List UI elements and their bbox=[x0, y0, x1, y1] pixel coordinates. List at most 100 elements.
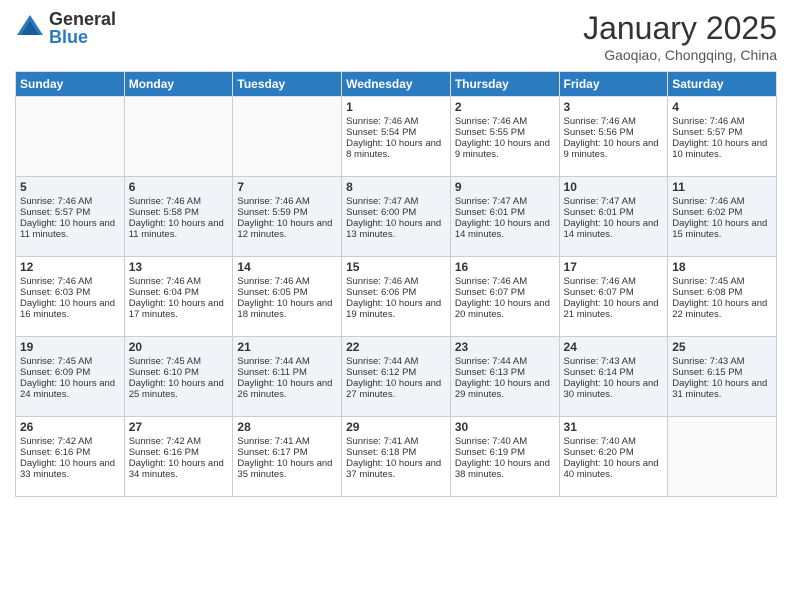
sunset-text: Sunset: 6:01 PM bbox=[564, 207, 664, 218]
sunset-text: Sunset: 6:19 PM bbox=[455, 447, 555, 458]
day-number: 11 bbox=[672, 180, 772, 194]
daylight-text: Daylight: 10 hours and 20 minutes. bbox=[455, 298, 555, 320]
sunrise-text: Sunrise: 7:43 AM bbox=[672, 356, 772, 367]
sunset-text: Sunset: 6:06 PM bbox=[346, 287, 446, 298]
daylight-text: Daylight: 10 hours and 11 minutes. bbox=[20, 218, 120, 240]
sunset-text: Sunset: 6:05 PM bbox=[237, 287, 337, 298]
calendar-cell: 15Sunrise: 7:46 AMSunset: 6:06 PMDayligh… bbox=[342, 257, 451, 337]
calendar-cell: 27Sunrise: 7:42 AMSunset: 6:16 PMDayligh… bbox=[124, 417, 233, 497]
header-sunday: Sunday bbox=[16, 72, 125, 97]
daylight-text: Daylight: 10 hours and 17 minutes. bbox=[129, 298, 229, 320]
calendar-cell: 3Sunrise: 7:46 AMSunset: 5:56 PMDaylight… bbox=[559, 97, 668, 177]
page: General Blue January 2025 Gaoqiao, Chong… bbox=[0, 0, 792, 612]
sunrise-text: Sunrise: 7:46 AM bbox=[455, 276, 555, 287]
calendar-cell: 6Sunrise: 7:46 AMSunset: 5:58 PMDaylight… bbox=[124, 177, 233, 257]
sunset-text: Sunset: 6:09 PM bbox=[20, 367, 120, 378]
sunrise-text: Sunrise: 7:42 AM bbox=[20, 436, 120, 447]
sunrise-text: Sunrise: 7:46 AM bbox=[346, 276, 446, 287]
sunset-text: Sunset: 6:20 PM bbox=[564, 447, 664, 458]
sunset-text: Sunset: 6:12 PM bbox=[346, 367, 446, 378]
sunset-text: Sunset: 6:15 PM bbox=[672, 367, 772, 378]
calendar-cell: 24Sunrise: 7:43 AMSunset: 6:14 PMDayligh… bbox=[559, 337, 668, 417]
sunrise-text: Sunrise: 7:40 AM bbox=[564, 436, 664, 447]
daylight-text: Daylight: 10 hours and 11 minutes. bbox=[129, 218, 229, 240]
day-number: 2 bbox=[455, 100, 555, 114]
sunset-text: Sunset: 6:08 PM bbox=[672, 287, 772, 298]
sunrise-text: Sunrise: 7:41 AM bbox=[346, 436, 446, 447]
sunrise-text: Sunrise: 7:41 AM bbox=[237, 436, 337, 447]
calendar-cell: 4 Sunrise: 7:46 AMSunset: 5:57 PMDaylight… bbox=[668, 97, 777, 177]
calendar-cell: 9Sunrise: 7:47 AMSunset: 6:01 PMDaylight… bbox=[450, 177, 559, 257]
sunset-text: Sunset: 5:57 PM bbox=[672, 127, 772, 138]
sunrise-text: Sunrise: 7:44 AM bbox=[455, 356, 555, 367]
sunset-text: Sunset: 6:04 PM bbox=[129, 287, 229, 298]
calendar-cell: 11Sunrise: 7:46 AMSunset: 6:02 PMDayligh… bbox=[668, 177, 777, 257]
header-monday: Monday bbox=[124, 72, 233, 97]
day-number: 1 bbox=[346, 100, 446, 114]
title-block: January 2025 Gaoqiao, Chongqing, China bbox=[583, 10, 777, 63]
sunrise-text: Sunrise: 7:47 AM bbox=[346, 196, 446, 207]
sunrise-text: Sunrise: 7:42 AM bbox=[129, 436, 229, 447]
daylight-text: Daylight: 10 hours and 9 minutes. bbox=[455, 138, 555, 160]
sunrise-text: Sunrise: 7:46 AM bbox=[672, 116, 772, 127]
calendar-cell: 13Sunrise: 7:46 AMSunset: 6:04 PMDayligh… bbox=[124, 257, 233, 337]
sunrise-text: Sunrise: 7:47 AM bbox=[455, 196, 555, 207]
daylight-text: Daylight: 10 hours and 29 minutes. bbox=[455, 378, 555, 400]
daylight-text: Daylight: 10 hours and 14 minutes. bbox=[564, 218, 664, 240]
daylight-text: Daylight: 10 hours and 8 minutes. bbox=[346, 138, 446, 160]
logo-blue: Blue bbox=[49, 28, 116, 46]
calendar-cell: 21Sunrise: 7:44 AMSunset: 6:11 PMDayligh… bbox=[233, 337, 342, 417]
sunset-text: Sunset: 5:58 PM bbox=[129, 207, 229, 218]
calendar-cell: 28Sunrise: 7:41 AMSunset: 6:17 PMDayligh… bbox=[233, 417, 342, 497]
sunset-text: Sunset: 5:59 PM bbox=[237, 207, 337, 218]
sunset-text: Sunset: 5:57 PM bbox=[20, 207, 120, 218]
daylight-text: Daylight: 10 hours and 38 minutes. bbox=[455, 458, 555, 480]
daylight-text: Daylight: 10 hours and 37 minutes. bbox=[346, 458, 446, 480]
calendar-cell: 31Sunrise: 7:40 AMSunset: 6:20 PMDayligh… bbox=[559, 417, 668, 497]
day-number: 19 bbox=[20, 340, 120, 354]
sunrise-text: Sunrise: 7:45 AM bbox=[129, 356, 229, 367]
calendar-cell: 23Sunrise: 7:44 AMSunset: 6:13 PMDayligh… bbox=[450, 337, 559, 417]
day-number: 4 bbox=[672, 100, 772, 114]
location-subtitle: Gaoqiao, Chongqing, China bbox=[583, 47, 777, 63]
sunrise-text: Sunrise: 7:46 AM bbox=[455, 116, 555, 127]
calendar-cell: 26Sunrise: 7:42 AMSunset: 6:16 PMDayligh… bbox=[16, 417, 125, 497]
daylight-text: Daylight: 10 hours and 15 minutes. bbox=[672, 218, 772, 240]
day-number: 29 bbox=[346, 420, 446, 434]
calendar-cell: 10Sunrise: 7:47 AMSunset: 6:01 PMDayligh… bbox=[559, 177, 668, 257]
calendar-cell: 5Sunrise: 7:46 AMSunset: 5:57 PMDaylight… bbox=[16, 177, 125, 257]
calendar-cell: 8Sunrise: 7:47 AMSunset: 6:00 PMDaylight… bbox=[342, 177, 451, 257]
sunrise-text: Sunrise: 7:46 AM bbox=[237, 276, 337, 287]
calendar-cell: 20Sunrise: 7:45 AMSunset: 6:10 PMDayligh… bbox=[124, 337, 233, 417]
day-number: 31 bbox=[564, 420, 664, 434]
daylight-text: Daylight: 10 hours and 18 minutes. bbox=[237, 298, 337, 320]
calendar-cell bbox=[668, 417, 777, 497]
calendar-cell: 7Sunrise: 7:46 AMSunset: 5:59 PMDaylight… bbox=[233, 177, 342, 257]
sunset-text: Sunset: 6:10 PM bbox=[129, 367, 229, 378]
day-number: 22 bbox=[346, 340, 446, 354]
sunrise-text: Sunrise: 7:46 AM bbox=[20, 276, 120, 287]
daylight-text: Daylight: 10 hours and 26 minutes. bbox=[237, 378, 337, 400]
sunrise-text: Sunrise: 7:45 AM bbox=[20, 356, 120, 367]
sunrise-text: Sunrise: 7:45 AM bbox=[672, 276, 772, 287]
logo-text: General Blue bbox=[49, 10, 116, 46]
daylight-text: Daylight: 10 hours and 25 minutes. bbox=[129, 378, 229, 400]
daylight-text: Daylight: 10 hours and 30 minutes. bbox=[564, 378, 664, 400]
header-thursday: Thursday bbox=[450, 72, 559, 97]
daylight-text: Daylight: 10 hours and 10 minutes. bbox=[672, 138, 772, 160]
calendar-cell: 19Sunrise: 7:45 AMSunset: 6:09 PMDayligh… bbox=[16, 337, 125, 417]
sunset-text: Sunset: 5:56 PM bbox=[564, 127, 664, 138]
calendar-cell bbox=[16, 97, 125, 177]
calendar-week-row-0: 1Sunrise: 7:46 AMSunset: 5:54 PMDaylight… bbox=[16, 97, 777, 177]
calendar-cell: 17Sunrise: 7:46 AMSunset: 6:07 PMDayligh… bbox=[559, 257, 668, 337]
sunset-text: Sunset: 6:07 PM bbox=[564, 287, 664, 298]
calendar-week-row-1: 5Sunrise: 7:46 AMSunset: 5:57 PMDaylight… bbox=[16, 177, 777, 257]
daylight-text: Daylight: 10 hours and 19 minutes. bbox=[346, 298, 446, 320]
day-number: 24 bbox=[564, 340, 664, 354]
day-number: 21 bbox=[237, 340, 337, 354]
day-number: 5 bbox=[20, 180, 120, 194]
logo-general: General bbox=[49, 10, 116, 28]
daylight-text: Daylight: 10 hours and 16 minutes. bbox=[20, 298, 120, 320]
day-number: 28 bbox=[237, 420, 337, 434]
day-number: 16 bbox=[455, 260, 555, 274]
